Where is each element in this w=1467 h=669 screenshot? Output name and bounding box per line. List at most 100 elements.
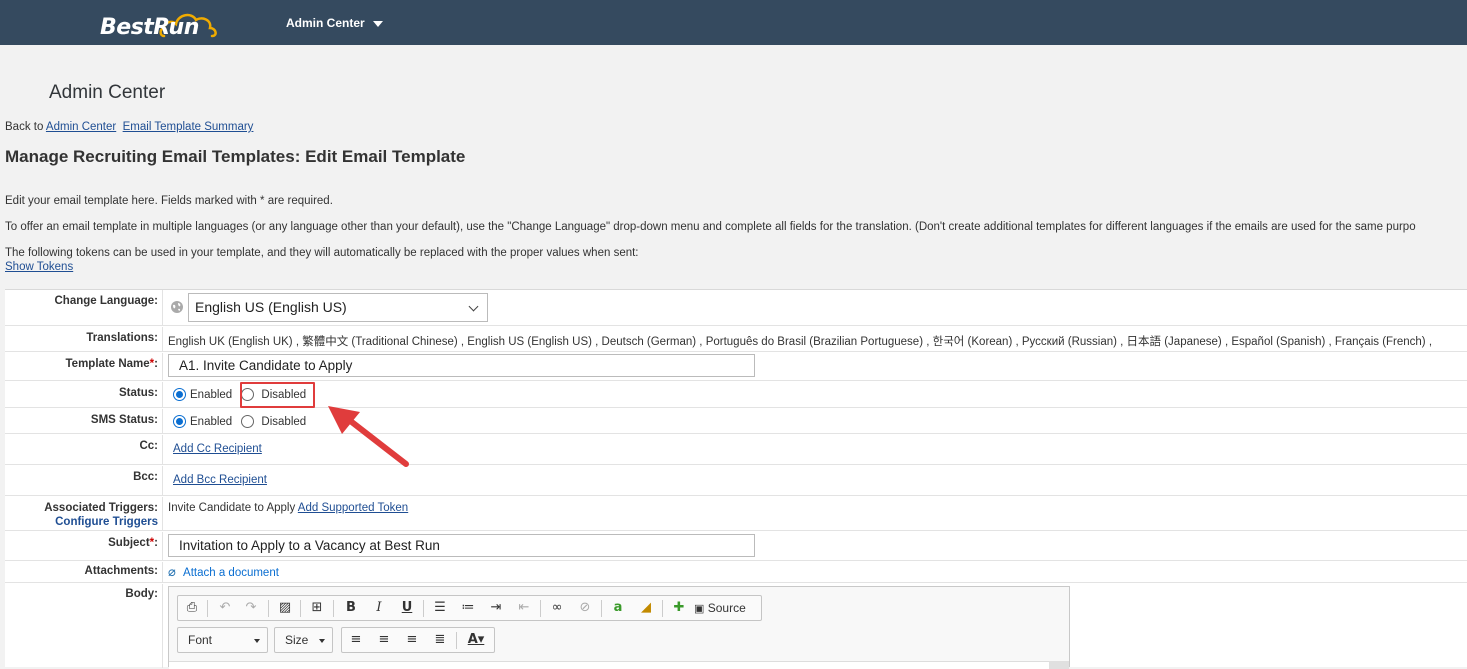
- intro-text-3: The following tokens can be used in your…: [5, 247, 639, 259]
- row-cc: Cc: Add Cc Recipient: [5, 435, 1467, 465]
- attachments-label: Attachments:: [84, 565, 158, 577]
- divider: [162, 382, 163, 407]
- translations-label: Translations:: [86, 332, 158, 344]
- toolbar-separator: [333, 600, 334, 617]
- logo-text: BestRun: [100, 15, 199, 40]
- body-editor: ⎙ ↶ ↷ ▨ ⊞ B I U ☰ ≔ ⇥ ⇤ ∞ ⊘ a ◢ ✚ ▣ Sour…: [168, 586, 1070, 669]
- company-logo[interactable]: BestRun: [98, 8, 223, 40]
- toolbar-separator: [207, 600, 208, 617]
- bold-icon[interactable]: B: [340, 598, 362, 618]
- language-select-value: English US (English US): [195, 299, 347, 315]
- admin-center-menu[interactable]: Admin Center: [286, 16, 383, 30]
- redo-icon[interactable]: ↷: [240, 598, 262, 618]
- subject-input[interactable]: Invitation to Apply to a Vacancy at Best…: [168, 534, 755, 557]
- triggers-value: Invite Candidate to Apply Add Supported …: [168, 502, 408, 514]
- chevron-down-icon: [468, 301, 479, 312]
- row-attachments: Attachments: ⌀ Attach a document: [5, 562, 1467, 583]
- template-name-label: Template Name*:: [65, 358, 158, 370]
- sms-status-label: SMS Status:: [90, 414, 158, 426]
- status-enabled-radio[interactable]: [173, 388, 186, 401]
- divider: [162, 409, 163, 433]
- sms-enabled-label: Enabled: [190, 415, 233, 428]
- add-bcc-recipient-link[interactable]: Add Bcc Recipient: [173, 474, 267, 486]
- show-tokens-link[interactable]: Show Tokens: [5, 261, 73, 273]
- divider: [162, 466, 163, 495]
- status-enabled-label: Enabled: [190, 388, 233, 401]
- row-bcc: Bcc: Add Bcc Recipient: [5, 466, 1467, 496]
- language-select[interactable]: English US (English US): [188, 293, 488, 322]
- source-button[interactable]: ▣ Source: [694, 598, 754, 618]
- triggers-label-block: Associated Triggers: Configure Triggers: [5, 502, 162, 528]
- paperclip-icon: ⌀: [168, 565, 176, 580]
- back-prefix: Back to: [5, 121, 44, 133]
- sms-disabled-label: Disabled: [261, 415, 307, 428]
- add-supported-token-link[interactable]: Add Supported Token: [298, 502, 408, 514]
- source-icon: ▣: [694, 603, 705, 615]
- font-dropdown-label: Font: [188, 633, 213, 647]
- top-bar: BestRun Admin Center: [0, 0, 1467, 45]
- row-translations: Translations: English UK (English UK) , …: [5, 327, 1467, 352]
- toolbar-separator: [456, 632, 457, 649]
- cc-label: Cc:: [139, 440, 158, 452]
- divider: [162, 290, 163, 325]
- annotation-arrow-icon: [328, 406, 409, 467]
- insert-plugin-icon[interactable]: ✚: [668, 598, 690, 618]
- page-heading: Admin Center: [49, 82, 166, 103]
- app-menu-label: Admin Center: [286, 16, 365, 30]
- configure-triggers-link[interactable]: Configure Triggers: [55, 516, 158, 528]
- row-status: Status: Enabled Disabled: [5, 382, 1467, 408]
- link-icon[interactable]: ∞: [546, 598, 568, 618]
- outdent-icon[interactable]: ⇤: [513, 598, 535, 618]
- editor-content-area[interactable]: [169, 661, 1049, 669]
- attach-document-link[interactable]: Attach a document: [183, 567, 279, 579]
- divider: [162, 532, 163, 560]
- bcc-label: Bcc:: [133, 471, 158, 483]
- editor-scrollbar[interactable]: [1049, 661, 1069, 669]
- sms-disabled-radio[interactable]: [241, 415, 255, 428]
- bulleted-list-icon[interactable]: ≔: [457, 598, 479, 618]
- triggers-label: Associated Triggers:: [44, 502, 158, 514]
- template-name-input[interactable]: A1. Invite Candidate to Apply: [168, 354, 755, 377]
- breadcrumb: Back to Admin Center Email Template Summ…: [5, 121, 253, 133]
- chevron-down-icon: [254, 639, 260, 643]
- size-dropdown[interactable]: Size: [274, 627, 333, 653]
- align-center-icon[interactable]: ≡: [373, 630, 395, 650]
- preview-icon[interactable]: ⎙: [181, 598, 203, 618]
- toolbar-separator: [423, 600, 424, 617]
- unlink-icon[interactable]: ⊘: [574, 598, 596, 618]
- row-subject: Subject*: Invitation to Apply to a Vacan…: [5, 532, 1467, 561]
- align-right-icon[interactable]: ≡: [401, 630, 423, 650]
- font-dropdown[interactable]: Font: [177, 627, 268, 653]
- row-change-language: Change Language: English US (English US): [5, 290, 1467, 326]
- trigger-name: Invite Candidate to Apply: [168, 502, 296, 514]
- toolbar-separator: [300, 600, 301, 617]
- justify-icon[interactable]: ≣: [429, 630, 451, 650]
- highlight-box: [240, 382, 315, 408]
- indent-icon[interactable]: ⇥: [485, 598, 507, 618]
- chevron-down-icon: [319, 639, 325, 643]
- add-cc-recipient-link[interactable]: Add Cc Recipient: [173, 443, 262, 455]
- table-icon[interactable]: ⊞: [306, 598, 328, 618]
- token-icon[interactable]: ◢: [635, 598, 657, 618]
- row-triggers: Associated Triggers: Configure Triggers …: [5, 497, 1467, 531]
- caret-down-icon: [372, 20, 383, 27]
- text-color-icon[interactable]: A▾: [462, 630, 490, 650]
- admin-center-link[interactable]: Admin Center: [46, 121, 116, 133]
- toolbar-separator: [540, 600, 541, 617]
- spellcheck-icon[interactable]: a: [607, 598, 629, 618]
- toolbar-separator: [268, 600, 269, 617]
- change-language-label: Change Language:: [54, 295, 158, 307]
- underline-icon[interactable]: U: [396, 598, 418, 618]
- divider: [162, 584, 163, 668]
- undo-icon[interactable]: ↶: [214, 598, 236, 618]
- status-label: Status:: [119, 387, 158, 399]
- sms-enabled-radio[interactable]: [173, 415, 186, 428]
- numbered-list-icon[interactable]: ☰: [429, 598, 451, 618]
- divider: [162, 327, 163, 351]
- image-icon[interactable]: ▨: [274, 598, 296, 618]
- italic-icon[interactable]: I: [368, 598, 390, 618]
- align-left-icon[interactable]: ≡: [345, 630, 367, 650]
- globe-icon: [171, 301, 183, 313]
- editor-toolbar-row-2: ≡ ≡ ≡ ≣ A▾: [341, 627, 495, 653]
- email-template-summary-link[interactable]: Email Template Summary: [123, 121, 254, 133]
